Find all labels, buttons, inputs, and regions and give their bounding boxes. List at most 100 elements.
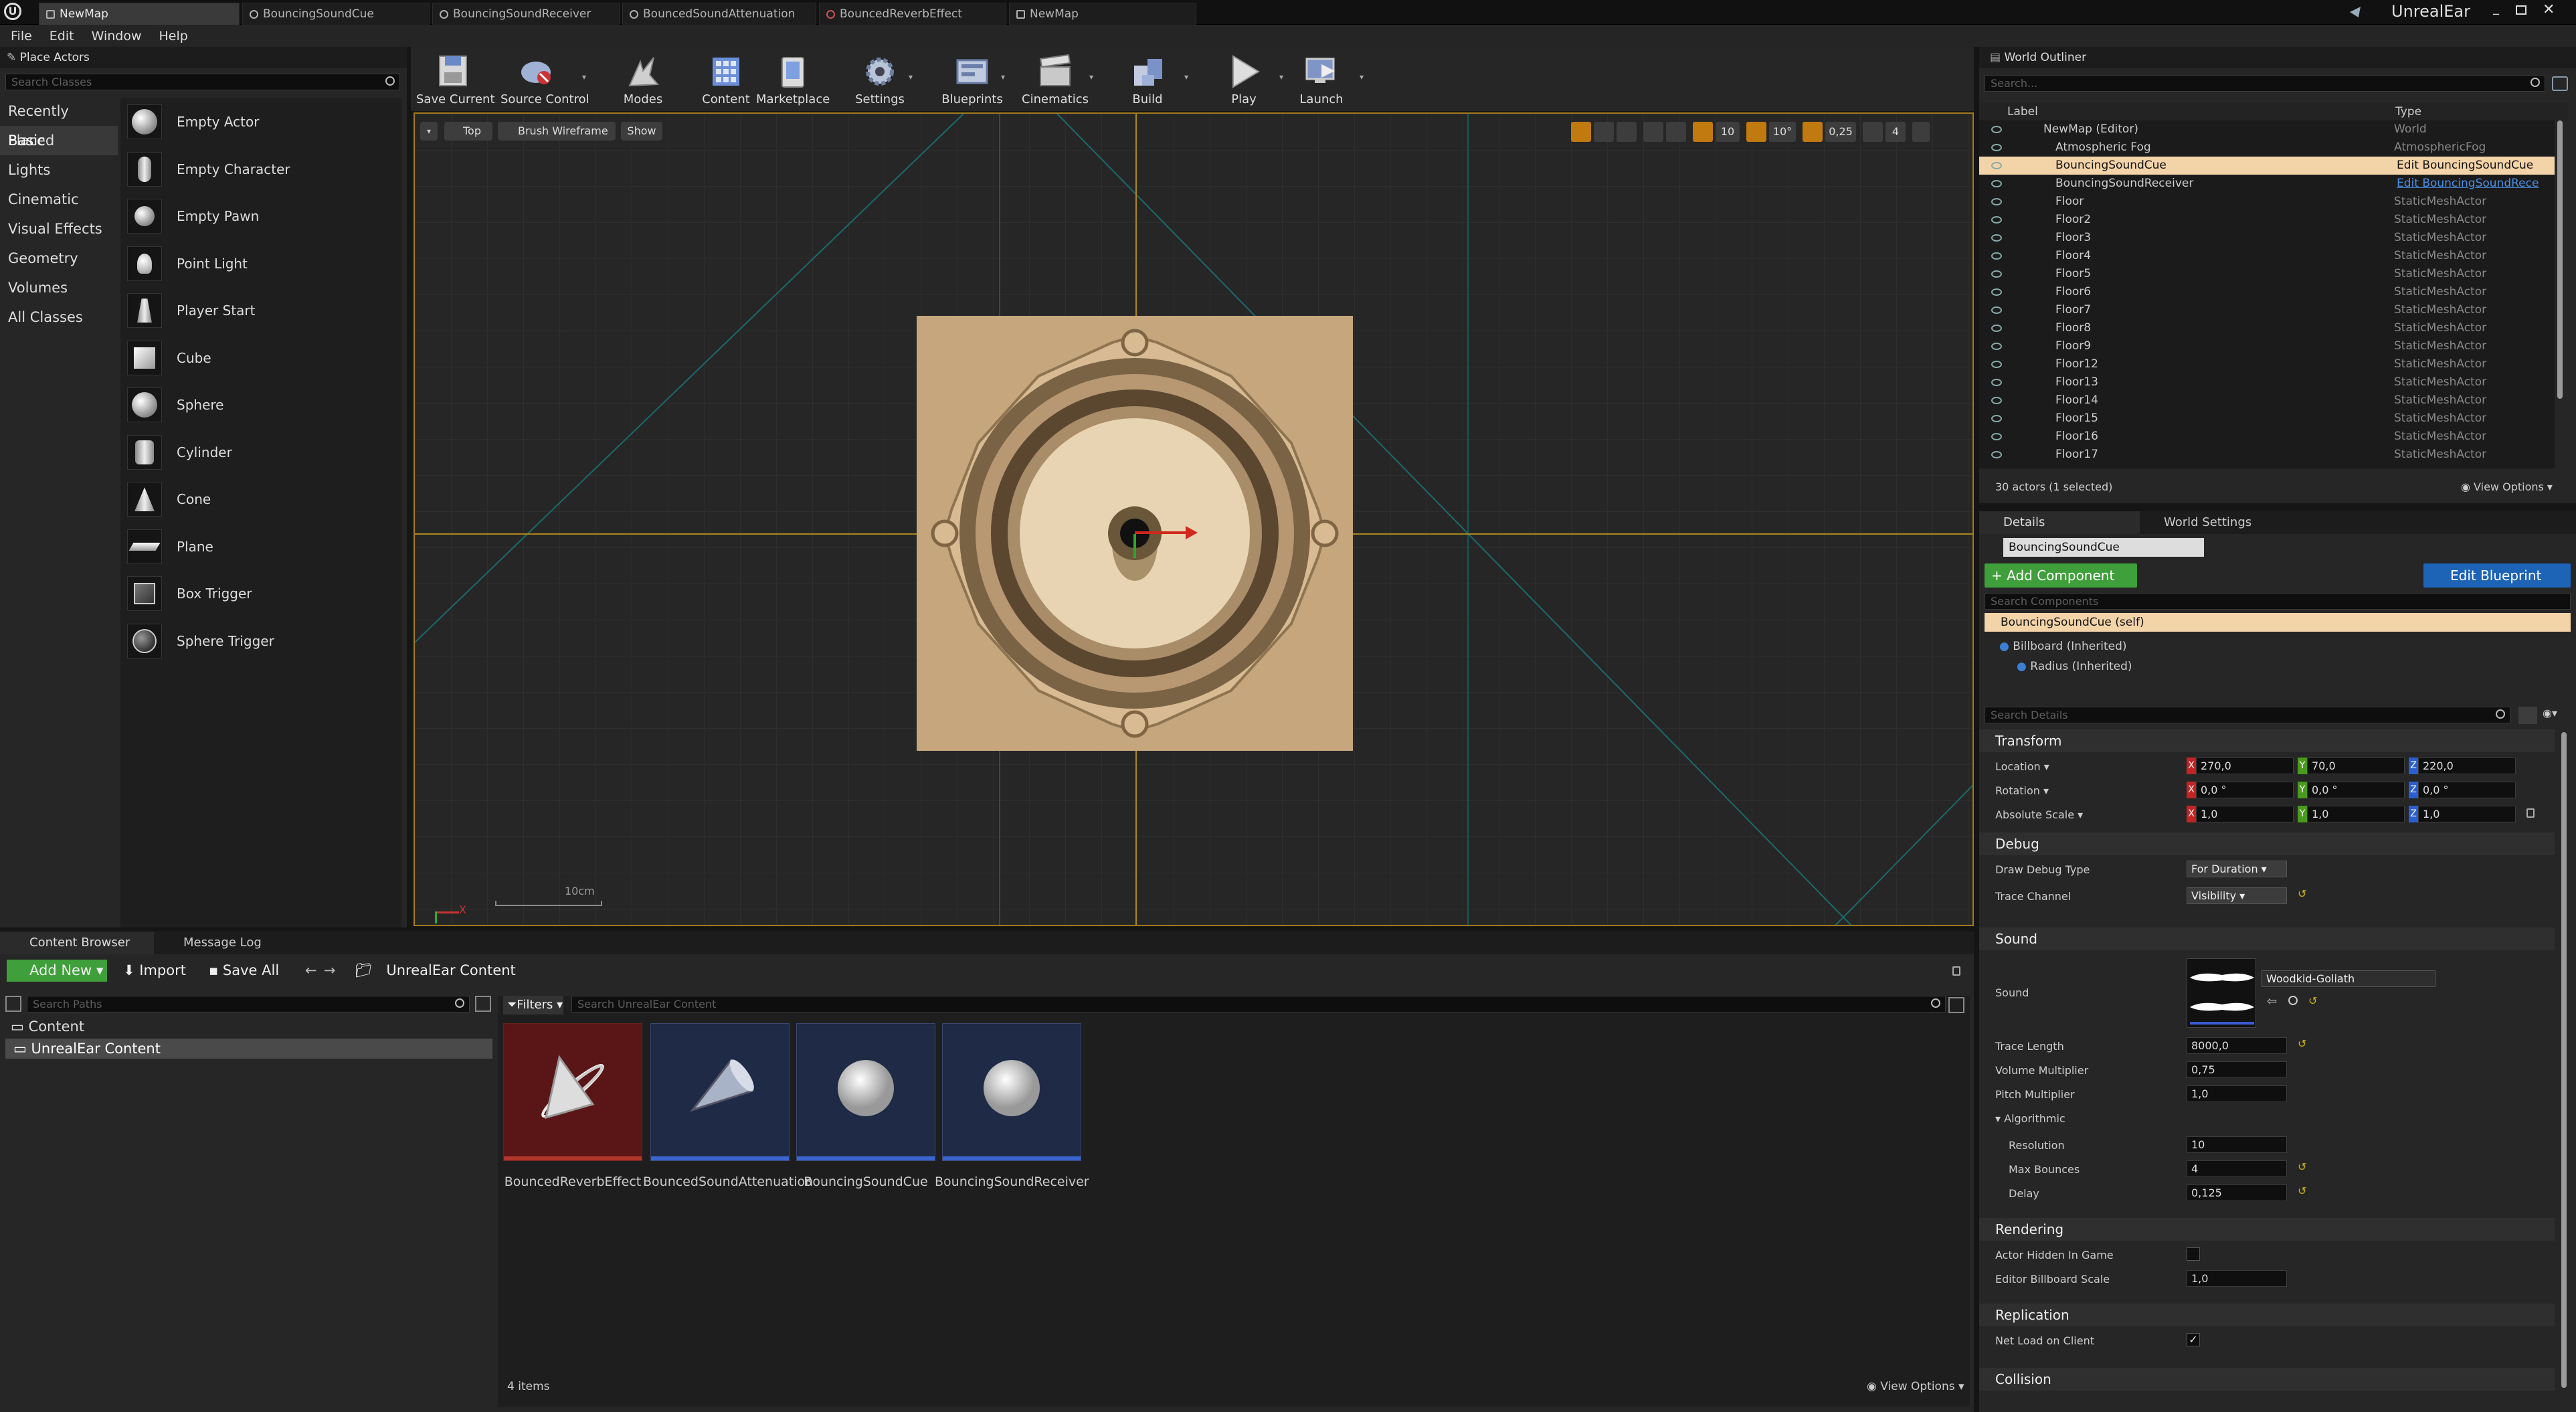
tab-bouncedsoundattenuation[interactable]: BouncedSoundAttenuation bbox=[622, 3, 816, 25]
maximize-button[interactable] bbox=[2516, 5, 2526, 15]
tab-newmap[interactable]: NewMap bbox=[39, 3, 240, 25]
path-breadcrumb[interactable]: 📁︎ UnrealEar Content bbox=[355, 960, 516, 982]
play-dropdown-icon[interactable]: ▾ bbox=[1279, 72, 1283, 82]
eye-icon[interactable] bbox=[1991, 216, 2002, 224]
component-billboard-row[interactable]: ● Billboard (Inherited) bbox=[1999, 640, 2127, 653]
menu-help[interactable]: Help bbox=[159, 29, 188, 43]
rotation-y-field[interactable]: 0,0 ° bbox=[2307, 782, 2405, 798]
content-view-options[interactable]: ◉ View Options ▾ bbox=[1867, 1380, 1964, 1393]
location-x-field[interactable]: 270,0 bbox=[2196, 758, 2294, 774]
category-lights[interactable]: Lights bbox=[0, 155, 118, 185]
lock-icon[interactable] bbox=[1952, 966, 1960, 976]
max-bounces-field[interactable]: 4 bbox=[2187, 1160, 2287, 1177]
tab-bouncingsoundcue[interactable]: BouncingSoundCue bbox=[242, 3, 430, 25]
sources-toggle-icon[interactable] bbox=[5, 996, 21, 1012]
scale-x-field[interactable]: 1,0 bbox=[2196, 806, 2294, 822]
outliner-row-floor17[interactable]: Floor17 StaticMeshActor bbox=[1979, 446, 2555, 464]
actor-plane[interactable]: Plane bbox=[120, 523, 401, 571]
draw-debug-type-select[interactable]: For Duration ▾ bbox=[2187, 861, 2287, 877]
rotation-snap-value[interactable]: 10° bbox=[1769, 122, 1796, 142]
section-rendering[interactable]: Rendering bbox=[1979, 1218, 2555, 1241]
outliner-row-floor3[interactable]: Floor3 StaticMeshActor bbox=[1979, 229, 2555, 247]
translate-gizmo-arrow-icon[interactable] bbox=[1186, 526, 1198, 539]
viewport-options-button[interactable]: ▾ bbox=[420, 122, 438, 141]
category-volumes[interactable]: Volumes bbox=[0, 273, 118, 302]
camera-speed-value[interactable]: 4 bbox=[1885, 122, 1906, 142]
launch-button[interactable]: Launch bbox=[1285, 47, 1358, 111]
translate-gizmo-y[interactable] bbox=[1133, 534, 1136, 558]
scale-snap-value[interactable]: 0,25 bbox=[1825, 122, 1856, 142]
eye-icon[interactable] bbox=[1991, 252, 2002, 260]
category-recently-placed[interactable]: Recently Placed bbox=[0, 96, 118, 149]
actor-sphere-trigger[interactable]: Sphere Trigger bbox=[120, 618, 401, 665]
tab-bouncingsoundreceiver[interactable]: BouncingSoundReceiver bbox=[432, 3, 620, 25]
view-mode-button[interactable]: Brush Wireframe bbox=[498, 122, 616, 141]
actor-cone[interactable]: Cone bbox=[120, 476, 401, 523]
sound-thumbnail[interactable] bbox=[2187, 958, 2256, 1028]
section-sound[interactable]: Sound bbox=[1979, 928, 2555, 950]
blueprints-dropdown-icon[interactable]: ▾ bbox=[1001, 72, 1005, 82]
category-all-classes[interactable]: All Classes bbox=[0, 302, 118, 332]
actor-name-field[interactable]: BouncingSoundCue bbox=[2003, 538, 2204, 557]
folder-content[interactable]: ▭ Content bbox=[11, 1019, 84, 1035]
column-type[interactable]: Type bbox=[2395, 103, 2421, 120]
reset-arrow-icon[interactable]: ↺ bbox=[2298, 1037, 2306, 1050]
eye-icon[interactable] bbox=[1991, 379, 2002, 386]
scale-tool-icon[interactable] bbox=[1617, 122, 1637, 142]
save-all-button[interactable]: ▪ Save All bbox=[209, 960, 279, 982]
outliner-view-options[interactable]: ◉ View Options ▾ bbox=[2461, 480, 2553, 493]
reset-arrow-icon[interactable]: ↺ bbox=[2308, 994, 2317, 1007]
asset-tile-bouncedsoundattenuation[interactable] bbox=[650, 1023, 790, 1161]
eye-icon[interactable] bbox=[1991, 144, 2002, 151]
category-basic[interactable]: Basic bbox=[0, 126, 118, 155]
outliner-row-floor5[interactable]: Floor5 StaticMeshActor bbox=[1979, 265, 2555, 283]
actor-box-trigger[interactable]: Box Trigger bbox=[120, 570, 401, 618]
eye-icon[interactable] bbox=[1991, 451, 2002, 458]
build-dropdown-icon[interactable]: ▾ bbox=[1184, 72, 1188, 82]
trace-channel-select[interactable]: Visibility ▾ bbox=[2187, 887, 2287, 904]
rotation-z-field[interactable]: 0,0 ° bbox=[2418, 782, 2516, 798]
eye-icon[interactable] bbox=[1991, 162, 2002, 169]
scale-z-field[interactable]: 1,0 bbox=[2418, 806, 2516, 822]
sources-add-icon[interactable] bbox=[475, 996, 491, 1012]
minimize-button[interactable]: _ bbox=[2493, 3, 2508, 16]
import-button[interactable]: ⬇ Import bbox=[123, 960, 186, 982]
location-label[interactable]: Location ▾ bbox=[1995, 760, 2049, 773]
rotation-x-field[interactable]: 0,0 ° bbox=[2196, 782, 2294, 798]
location-y-field[interactable]: 70,0 bbox=[2307, 758, 2405, 774]
column-label[interactable]: Label bbox=[2007, 103, 2038, 120]
forward-button[interactable]: → bbox=[324, 960, 336, 982]
search-classes-input[interactable]: Search Classes bbox=[5, 74, 400, 90]
outliner-search-input[interactable]: Search... bbox=[1985, 75, 2545, 92]
details-scrollbar[interactable] bbox=[2561, 732, 2567, 1388]
eye-icon[interactable] bbox=[1991, 126, 2002, 133]
actor-point-light[interactable]: Point Light bbox=[120, 240, 401, 288]
view-type-button[interactable]: Top bbox=[444, 122, 492, 141]
edit-blueprint-button[interactable]: Edit Blueprint bbox=[2423, 563, 2571, 588]
outliner-row-floor2[interactable]: Floor2 StaticMeshActor bbox=[1979, 211, 2555, 229]
pitch-multiplier-field[interactable]: 1,0 bbox=[2187, 1085, 2287, 1102]
maximize-viewport-icon[interactable] bbox=[1912, 122, 1930, 142]
translate-tool-icon[interactable] bbox=[1571, 122, 1591, 142]
property-matrix-icon[interactable] bbox=[2518, 707, 2537, 724]
category-visual-effects[interactable]: Visual Effects bbox=[0, 214, 118, 244]
scale-label[interactable]: Absolute Scale ▾ bbox=[1995, 808, 2083, 821]
category-geometry[interactable]: Geometry bbox=[0, 244, 118, 273]
actor-cube[interactable]: Cube bbox=[120, 335, 401, 382]
rotation-label[interactable]: Rotation ▾ bbox=[1995, 784, 2049, 797]
folder-unrealear-content[interactable]: ▭ UnrealEar Content bbox=[5, 1039, 492, 1059]
eye-icon[interactable] bbox=[1991, 325, 2002, 332]
eye-icon[interactable] bbox=[1991, 415, 2002, 422]
add-component-button[interactable]: + Add Component bbox=[1985, 563, 2137, 588]
tab-content-browser[interactable]: Content Browser bbox=[0, 932, 154, 954]
blueprints-button[interactable]: Blueprints bbox=[935, 47, 1009, 111]
save-current-button[interactable]: Save Current bbox=[416, 47, 495, 111]
section-transform[interactable]: Transform bbox=[1979, 729, 2555, 752]
use-selected-asset-icon[interactable]: ⇦ bbox=[2267, 994, 2277, 1008]
show-button[interactable]: Show bbox=[621, 122, 662, 141]
eye-icon[interactable] bbox=[1991, 433, 2002, 440]
delay-field[interactable]: 0,125 bbox=[2187, 1184, 2287, 1201]
actor-empty-pawn[interactable]: Empty Pawn bbox=[120, 193, 401, 240]
marketplace-button[interactable]: Marketplace bbox=[756, 47, 830, 111]
actor-sphere[interactable]: Sphere bbox=[120, 381, 401, 429]
